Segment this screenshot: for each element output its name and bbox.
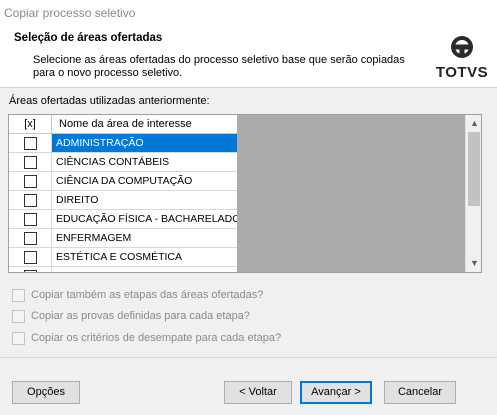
scrollbar-thumb[interactable] xyxy=(468,132,480,206)
options-button[interactable]: Opções xyxy=(12,381,80,404)
column-header-check[interactable]: [x] xyxy=(9,115,52,134)
footer-separator xyxy=(0,357,497,358)
wizard-header: Seleção de áreas ofertadas Selecione as … xyxy=(0,26,497,88)
row-area-name: ADMINISTRAÇÃO xyxy=(52,134,237,152)
page-title: Seleção de áreas ofertadas xyxy=(14,32,163,44)
row-check-cell xyxy=(9,191,52,209)
row-area-name: DIREITO xyxy=(56,194,99,206)
totvs-logo: TOTVS xyxy=(434,34,490,84)
row-checkbox[interactable] xyxy=(24,232,37,245)
row-check-cell xyxy=(9,248,52,266)
table-row[interactable]: ESTÉTICA E COSMÉTICA xyxy=(9,248,237,267)
row-checkbox[interactable] xyxy=(24,156,37,169)
row-checkbox[interactable] xyxy=(24,270,37,272)
row-check-cell xyxy=(9,210,52,228)
cancel-button[interactable]: Cancelar xyxy=(384,381,456,404)
row-check-cell xyxy=(9,153,52,171)
logo-text: TOTVS xyxy=(435,64,489,81)
grid-columns: [x] Nome da área de interesse ADMINISTRA… xyxy=(9,115,237,272)
row-check-cell xyxy=(9,172,52,190)
totvs-logo-icon xyxy=(451,36,473,58)
row-area-name: EDUCAÇÃO FÍSICA - BACHARELADO xyxy=(56,213,237,225)
window-title: Copiar processo seletivo xyxy=(0,0,497,26)
row-check-cell xyxy=(9,134,52,152)
table-row[interactable]: DIREITO xyxy=(9,191,237,210)
table-row[interactable]: CIÊNCIA DA COMPUTAÇÃO xyxy=(9,172,237,191)
grid-header: [x] Nome da área de interesse xyxy=(9,115,237,134)
areas-grid[interactable]: [x] Nome da área de interesse ADMINISTRA… xyxy=(8,114,482,273)
row-area-name: ESTÉTICA E COSMÉTICA xyxy=(56,251,183,263)
next-button[interactable]: Avançar > xyxy=(300,381,372,404)
row-area-name: CIÊNCIAS CONTÁBEIS xyxy=(56,156,170,168)
checkbox-box[interactable] xyxy=(12,289,25,302)
row-checkbox[interactable] xyxy=(24,251,37,264)
option-label: Copiar as provas definidas para cada eta… xyxy=(31,310,250,322)
column-header-name[interactable]: Nome da área de interesse xyxy=(59,118,192,130)
row-area-name: CIÊNCIA DA COMPUTAÇÃO xyxy=(56,175,193,187)
grid-empty-area xyxy=(237,115,465,272)
row-checkbox[interactable] xyxy=(24,175,37,188)
back-button[interactable]: < Voltar xyxy=(224,381,292,404)
row-checkbox[interactable] xyxy=(24,194,37,207)
list-label: Áreas ofertadas utilizadas anteriormente… xyxy=(9,95,210,107)
row-check-cell xyxy=(9,229,52,247)
checkbox-box[interactable] xyxy=(12,310,25,323)
table-row[interactable]: CIÊNCIAS CONTÁBEIS xyxy=(9,153,237,172)
table-row[interactable]: ENFERMAGEM xyxy=(9,229,237,248)
row-check-cell xyxy=(9,267,52,272)
checkbox-box[interactable] xyxy=(12,332,25,345)
table-row[interactable]: EDUCAÇÃO FÍSICA - BACHARELADO xyxy=(9,210,237,229)
table-row[interactable] xyxy=(9,267,237,272)
option-label: Copiar os critérios de desempate para ca… xyxy=(31,332,282,344)
row-checkbox[interactable] xyxy=(24,137,37,150)
scroll-up-icon[interactable]: ▲ xyxy=(466,115,481,132)
page-description: Selecione as áreas ofertadas do processo… xyxy=(33,54,405,79)
option-label: Copiar também as etapas das áreas oferta… xyxy=(31,289,264,301)
scroll-down-icon[interactable]: ▼ xyxy=(466,255,481,272)
table-row[interactable]: ADMINISTRAÇÃO xyxy=(9,134,237,153)
row-area-name: ENFERMAGEM xyxy=(56,232,132,244)
row-checkbox[interactable] xyxy=(24,213,37,226)
vertical-scrollbar[interactable]: ▲ ▼ xyxy=(465,115,481,272)
